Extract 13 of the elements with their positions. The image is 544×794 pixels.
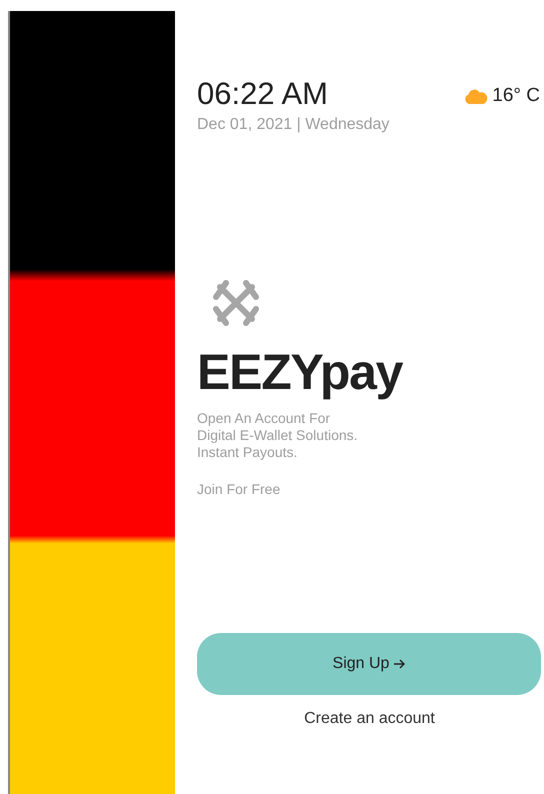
cloud-icon — [464, 88, 488, 104]
tagline-text: Open An Account For — [197, 410, 332, 427]
temperature-text: 16° C — [492, 84, 540, 108]
join-text: Join For Free — [197, 480, 282, 499]
logo-icon — [210, 277, 262, 329]
date-text: Dec 01, 2021 | Wednesday — [197, 115, 390, 135]
arrow-right-icon — [393, 658, 406, 670]
tagline-text: Instant Payouts. — [197, 444, 298, 461]
create-account-link[interactable]: Create an account — [304, 707, 435, 731]
clock-time: 06:22 AM — [197, 76, 329, 112]
brand-name: EEZYpay — [197, 344, 404, 400]
tagline-text: Digital E-Wallet Solutions. — [197, 427, 359, 444]
sign-up-button[interactable]: Sign Up — [197, 633, 541, 695]
